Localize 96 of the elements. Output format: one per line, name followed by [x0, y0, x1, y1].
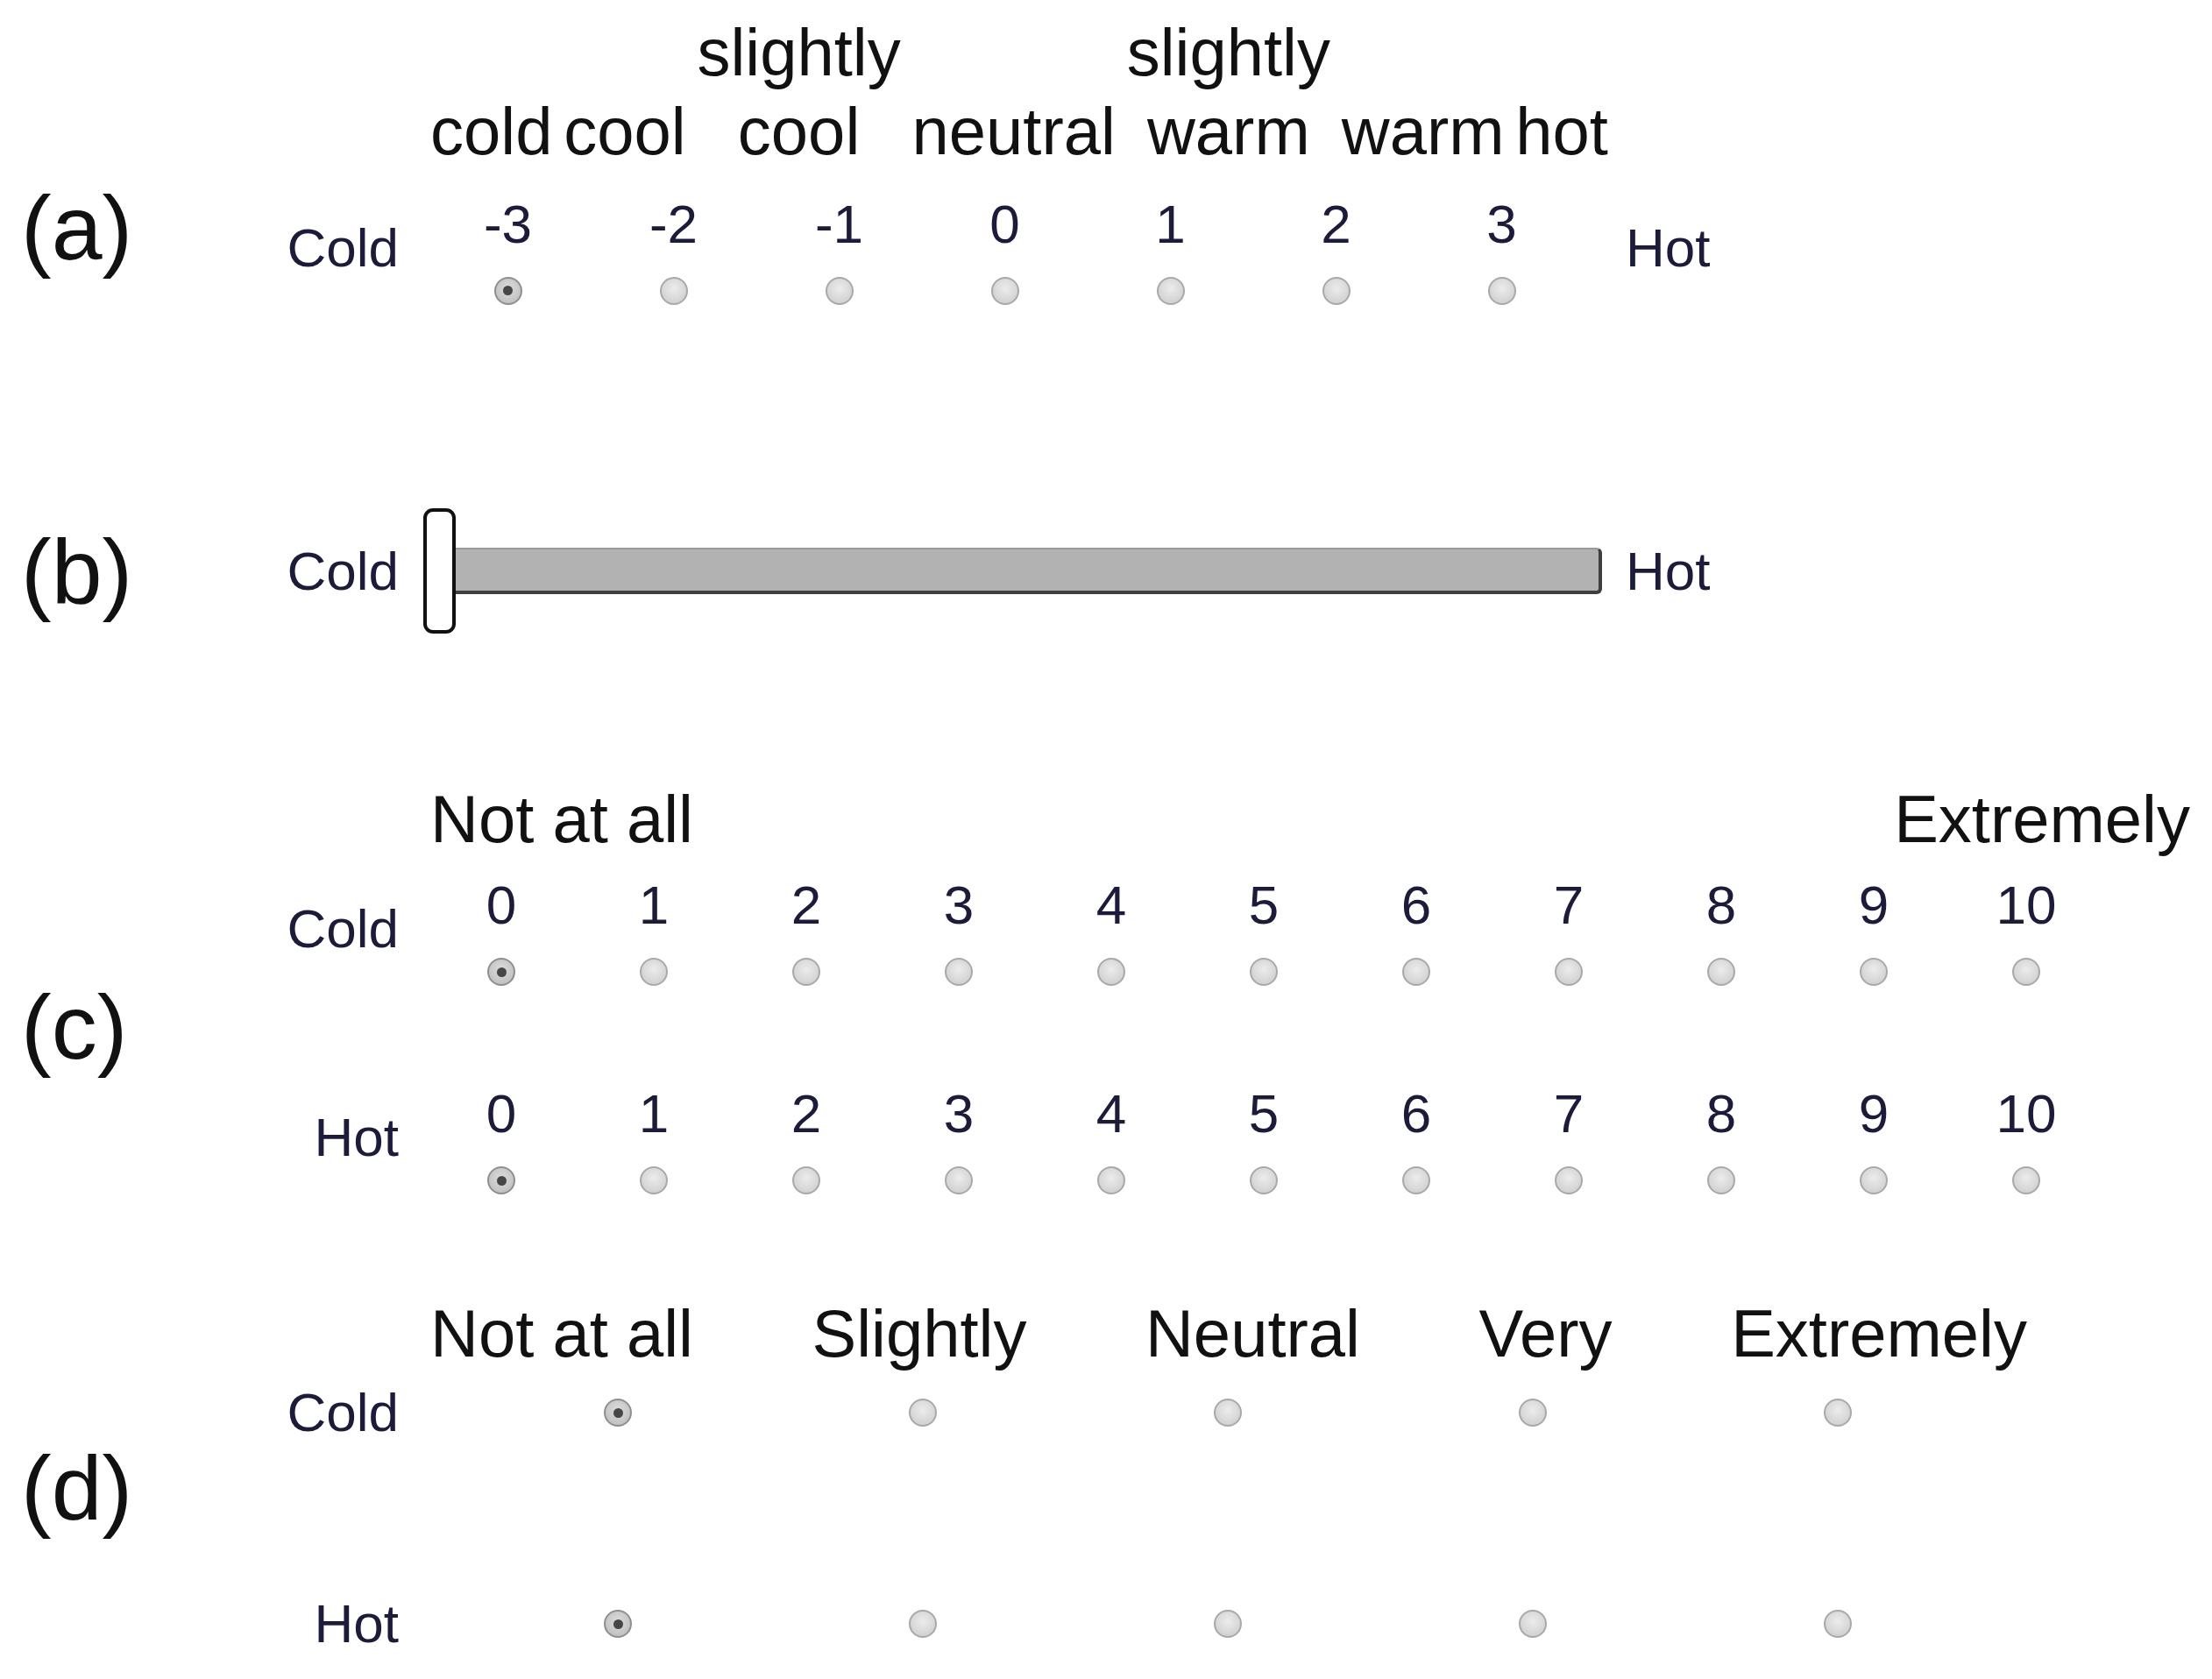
radio-button[interactable] — [945, 958, 973, 986]
option-number: 4 — [1095, 874, 1127, 937]
radio-button[interactable] — [1707, 1166, 1735, 1194]
scale-end-label: Hot — [314, 1592, 399, 1655]
option-number: 0 — [486, 1082, 517, 1145]
radio-button[interactable] — [1156, 276, 1185, 305]
radio-button[interactable] — [1214, 1399, 1242, 1427]
option-number: 2 — [791, 874, 822, 937]
radio-button[interactable] — [487, 958, 515, 986]
scale-end-label: Cold — [287, 1381, 399, 1444]
scale-end-label: Hot — [1626, 216, 1711, 280]
scale-anchor-label: cool — [564, 93, 686, 170]
radio-button[interactable] — [604, 1399, 632, 1427]
scale-end-label: Hot — [314, 1106, 399, 1169]
scale-anchor-label: Extremely — [1894, 781, 2190, 858]
radio-button[interactable] — [1402, 1166, 1430, 1194]
option-number: 5 — [1248, 874, 1280, 937]
option-number: 7 — [1553, 874, 1585, 937]
radio-button[interactable] — [493, 276, 522, 305]
option-number: 9 — [1858, 1082, 1889, 1145]
option-number: 5 — [1248, 1082, 1280, 1145]
radio-button[interactable] — [1487, 276, 1516, 305]
radio-button[interactable] — [1824, 1610, 1852, 1638]
item-marker: (b) — [21, 519, 133, 624]
option-number: -3 — [483, 192, 533, 256]
radio-button[interactable] — [640, 1166, 668, 1194]
radio-button[interactable] — [604, 1610, 632, 1638]
radio-button[interactable] — [990, 276, 1019, 305]
option-number: 1 — [1155, 192, 1186, 256]
scale-end-label: Cold — [287, 539, 399, 603]
scale-anchor-label: slightly cool — [697, 14, 901, 170]
option-number: 3 — [1486, 192, 1517, 256]
scale-end-label: Cold — [287, 216, 399, 280]
radio-button[interactable] — [1250, 1166, 1278, 1194]
radio-button[interactable] — [1519, 1610, 1547, 1638]
radio-button[interactable] — [792, 1166, 820, 1194]
option-number: 4 — [1095, 1082, 1127, 1145]
radio-button[interactable] — [1214, 1610, 1242, 1638]
slider-track[interactable] — [456, 548, 1602, 594]
radio-button[interactable] — [945, 1166, 973, 1194]
scale-anchor-label: slightly warm — [1126, 14, 1330, 170]
option-number: 1 — [638, 1082, 670, 1145]
option-number: 10 — [1996, 1082, 2057, 1145]
scale-end-label: Hot — [1626, 539, 1711, 603]
radio-button[interactable] — [1250, 958, 1278, 986]
scale-end-label: Cold — [287, 897, 399, 960]
option-number: 10 — [1996, 874, 2057, 937]
radio-button[interactable] — [1322, 276, 1351, 305]
scale-anchor-label: Neutral — [1145, 1295, 1360, 1372]
radio-button[interactable] — [2012, 958, 2040, 986]
radio-button[interactable] — [1860, 958, 1888, 986]
radio-button[interactable] — [909, 1610, 937, 1638]
radio-button[interactable] — [1555, 1166, 1583, 1194]
radio-button[interactable] — [1097, 1166, 1125, 1194]
option-number: 3 — [943, 874, 975, 937]
scale-anchor-label: Not at all — [430, 781, 693, 858]
option-number: 6 — [1400, 1082, 1432, 1145]
item-marker: (a) — [21, 176, 133, 280]
radio-button[interactable] — [1707, 958, 1735, 986]
radio-button[interactable] — [1097, 958, 1125, 986]
option-number: 8 — [1705, 874, 1737, 937]
radio-button[interactable] — [2012, 1166, 2040, 1194]
radio-button[interactable] — [487, 1166, 515, 1194]
radio-button[interactable] — [792, 958, 820, 986]
scale-anchor-label: Very — [1478, 1295, 1613, 1372]
option-number: 8 — [1705, 1082, 1737, 1145]
scale-anchor-label: Extremely — [1731, 1295, 2027, 1372]
slider-thumb[interactable] — [423, 508, 456, 634]
radio-button[interactable] — [1824, 1399, 1852, 1427]
radio-button[interactable] — [1555, 958, 1583, 986]
scale-anchor-label: cold — [430, 93, 553, 170]
radio-button[interactable] — [640, 958, 668, 986]
option-number: 9 — [1858, 874, 1889, 937]
scale-anchor-label: Slightly — [812, 1295, 1027, 1372]
radio-button[interactable] — [1519, 1399, 1547, 1427]
radio-button[interactable] — [825, 276, 854, 305]
option-number: 2 — [1321, 192, 1351, 256]
option-number: 0 — [989, 192, 1020, 256]
option-number: 6 — [1400, 874, 1432, 937]
radio-button[interactable] — [659, 276, 688, 305]
scale-anchor-label: Not at all — [430, 1295, 693, 1372]
option-number: 7 — [1553, 1082, 1585, 1145]
scale-anchor-label: neutral — [911, 93, 1116, 170]
option-number: 3 — [943, 1082, 975, 1145]
radio-button[interactable] — [1860, 1166, 1888, 1194]
option-number: -2 — [649, 192, 698, 256]
scale-anchor-label: hot — [1515, 93, 1608, 170]
radio-button[interactable] — [1402, 958, 1430, 986]
option-number: 1 — [638, 874, 670, 937]
item-marker: (c) — [21, 974, 128, 1080]
item-marker: (d) — [21, 1436, 133, 1541]
option-number: -1 — [814, 192, 864, 256]
option-number: 0 — [486, 874, 517, 937]
radio-button[interactable] — [909, 1399, 937, 1427]
option-number: 2 — [791, 1082, 822, 1145]
scale-anchor-label: warm — [1341, 93, 1505, 170]
